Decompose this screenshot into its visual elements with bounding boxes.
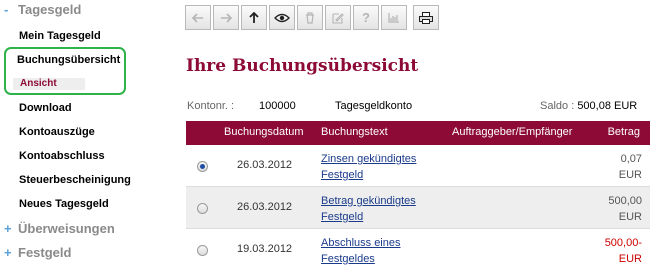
up-button[interactable] xyxy=(241,5,267,30)
sidebar-item-kontoauszuege[interactable]: Kontoauszüge xyxy=(19,126,95,138)
sidebar-group-label[interactable]: Überweisungen xyxy=(18,221,115,236)
row-date: 19.03.2012 xyxy=(237,243,293,255)
page-title: Ihre Buchungsübersicht xyxy=(186,56,419,76)
account-number: 100000 xyxy=(259,100,296,112)
column-header-payee[interactable]: Auftraggeber/Empfänger xyxy=(452,126,572,138)
row-amount: 0,07 EUR xyxy=(619,151,642,183)
row-date: 26.03.2012 xyxy=(237,201,293,213)
row-text-link[interactable]: Betrag gekündigtes Festgeld xyxy=(321,193,446,225)
collapse-icon[interactable]: - xyxy=(4,2,18,17)
sidebar-group-tagesgeld[interactable]: - Tagesgeld xyxy=(4,2,81,17)
amount-currency: EUR xyxy=(618,253,642,265)
sidebar-group-label[interactable]: Festgeld xyxy=(18,245,71,260)
help-button[interactable]: ? xyxy=(353,5,379,30)
sidebar: - Tagesgeld Mein Tagesgeld Buchungsübers… xyxy=(0,0,180,269)
balance-value: 500,08 EUR xyxy=(577,100,638,112)
account-number-label: Kontonr. : xyxy=(187,100,235,112)
table-header: Buchungsdatum Buchungstext Auftraggeber/… xyxy=(186,121,650,145)
amount-value: 500,00 xyxy=(608,195,642,207)
chart-button[interactable] xyxy=(381,5,407,30)
sidebar-group-festgeld[interactable]: + Festgeld xyxy=(4,245,71,260)
arrow-left-icon xyxy=(192,12,203,23)
toolbar: ? xyxy=(185,5,441,31)
sidebar-item-mein-tagesgeld[interactable]: Mein Tagesgeld xyxy=(19,30,101,42)
table-row[interactable]: 19.03.2012 Abschluss eines Festgeldes 50… xyxy=(186,229,650,269)
balance-label: Saldo : xyxy=(540,100,575,112)
row-select-radio[interactable] xyxy=(197,161,208,172)
row-select-radio[interactable] xyxy=(197,203,208,214)
sidebar-item-download[interactable]: Download xyxy=(19,102,72,114)
expand-icon[interactable]: + xyxy=(4,245,18,260)
sidebar-group-label[interactable]: Tagesgeld xyxy=(18,2,81,17)
row-text-line[interactable]: Festgeld xyxy=(321,167,446,183)
arrow-up-icon xyxy=(249,11,259,23)
view-button[interactable] xyxy=(269,5,295,30)
row-amount: 500,00- EUR xyxy=(605,235,642,267)
sidebar-item-kontoabschluss[interactable]: Kontoabschluss xyxy=(19,150,105,162)
row-text-line[interactable]: Betrag gekündigtes xyxy=(321,193,446,209)
sidebar-item-neues-tagesgeld[interactable]: Neues Tagesgeld xyxy=(19,198,109,210)
arrow-right-icon xyxy=(221,12,232,23)
print-icon xyxy=(419,11,433,24)
expand-icon[interactable]: + xyxy=(4,221,18,236)
forward-button[interactable] xyxy=(213,5,239,30)
transactions-table: Buchungsdatum Buchungstext Auftraggeber/… xyxy=(186,121,650,269)
row-text-line[interactable]: Festgeldes xyxy=(321,251,446,267)
row-text-line[interactable]: Abschluss eines xyxy=(321,235,446,251)
amount-currency: EUR xyxy=(618,169,642,181)
row-text-link[interactable]: Abschluss eines Festgeldes xyxy=(321,235,446,267)
row-date: 26.03.2012 xyxy=(237,159,293,171)
table-row[interactable]: 26.03.2012 Zinsen gekündigtes Festgeld 0… xyxy=(186,145,650,187)
row-text-line[interactable]: Zinsen gekündigtes xyxy=(321,151,446,167)
row-amount: 500,00 EUR xyxy=(608,193,642,225)
sidebar-subitem-ansicht[interactable]: Ansicht xyxy=(20,78,57,89)
sidebar-item-buchungsuebersicht[interactable]: Buchungsübersicht xyxy=(17,54,120,66)
print-button[interactable] xyxy=(413,5,439,30)
edit-icon xyxy=(332,12,344,24)
trash-icon xyxy=(306,11,314,24)
column-header-text[interactable]: Buchungstext xyxy=(321,126,388,138)
row-select-radio[interactable] xyxy=(197,245,208,256)
amount-currency: EUR xyxy=(618,211,642,223)
back-button[interactable] xyxy=(185,5,211,30)
account-type: Tagesgeldkonto xyxy=(335,100,413,112)
sidebar-group-ueberweisungen[interactable]: + Überweisungen xyxy=(4,221,115,236)
amount-value: 500,00- xyxy=(604,237,642,249)
sidebar-item-steuerbescheinigung[interactable]: Steuerbescheinigung xyxy=(19,174,131,186)
eye-icon xyxy=(274,13,290,22)
column-header-date[interactable]: Buchungsdatum xyxy=(224,126,304,138)
bar-chart-icon xyxy=(388,13,399,23)
help-icon: ? xyxy=(362,10,370,25)
column-header-amount[interactable]: Betrag xyxy=(608,126,640,138)
row-text-line[interactable]: Festgeld xyxy=(321,209,446,225)
table-row[interactable]: 26.03.2012 Betrag gekündigtes Festgeld 5… xyxy=(186,187,650,229)
edit-button[interactable] xyxy=(325,5,351,30)
balance-display: Saldo : 500,08 EUR xyxy=(540,100,637,112)
amount-value: 0,07 xyxy=(620,153,642,165)
row-text-link[interactable]: Zinsen gekündigtes Festgeld xyxy=(321,151,446,183)
delete-button[interactable] xyxy=(297,5,323,30)
